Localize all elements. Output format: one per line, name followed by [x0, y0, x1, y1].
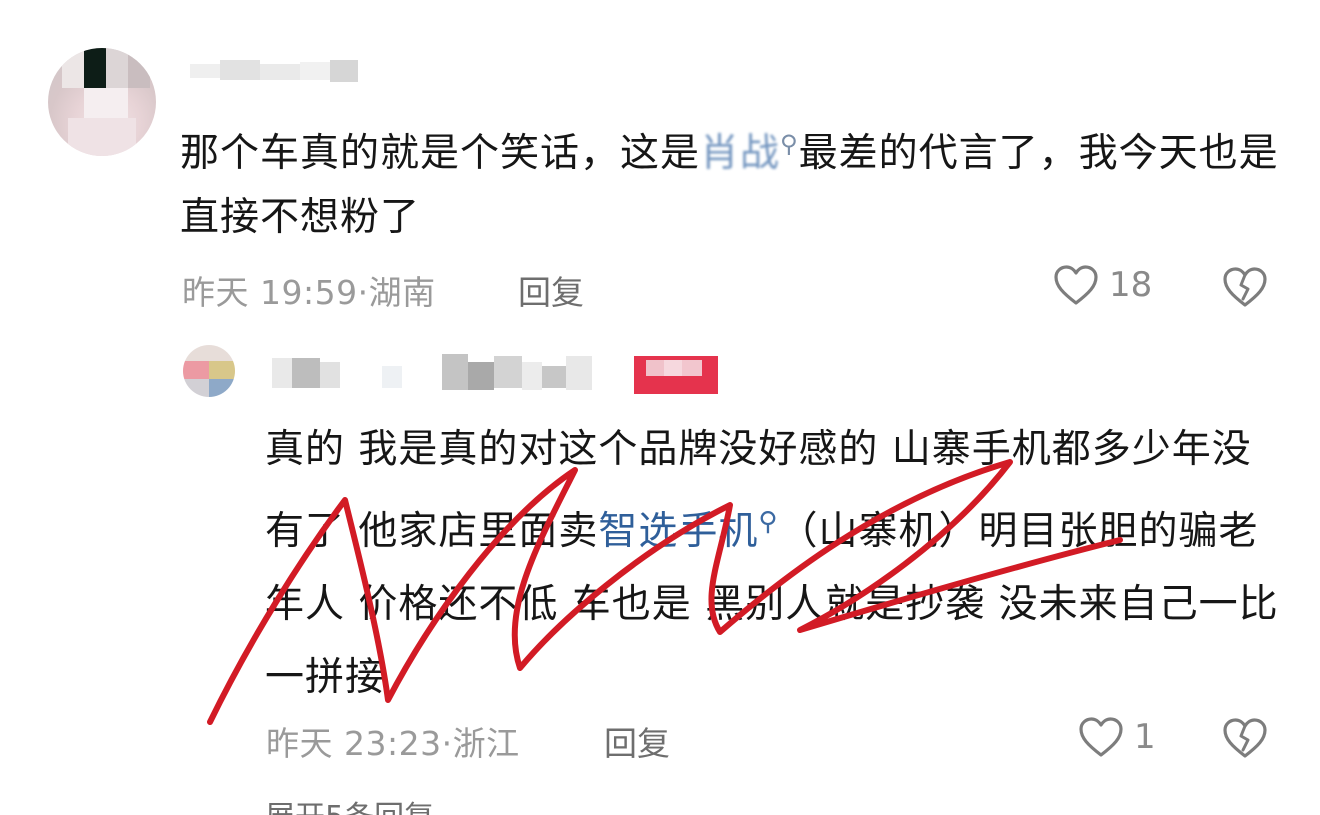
meta-separator: · [441, 724, 453, 763]
reply-meta: 昨天 23:23·浙江 [266, 717, 520, 765]
reply-location: 浙江 [452, 724, 520, 763]
reply-button[interactable]: 回复 [518, 266, 584, 314]
like-count: 18 [1109, 265, 1153, 305]
comment-location: 湖南 [368, 273, 436, 312]
comment-time: 昨天 19:59 [182, 273, 358, 312]
comment-text-part: 那个车真的就是个笑话，这是 [180, 131, 701, 176]
comment-thread: 那个车真的就是个笑话，这是肖战⚲最差的代言了，我今天也是直接不想粉了 昨天 19… [0, 0, 1320, 815]
reply-text: 真的 我是真的对这个品牌没好感的 山寨手机都多少年没有了 他家店里面卖智选手机⚲… [265, 413, 1285, 714]
meta-separator: · [357, 273, 369, 312]
avatar-mosaic [48, 48, 156, 156]
reply-time: 昨天 23:23 [266, 724, 442, 763]
like-button[interactable]: 18 [1053, 264, 1152, 306]
reply-avatar[interactable] [183, 345, 235, 397]
like-button[interactable]: 1 [1078, 716, 1156, 758]
search-icon[interactable]: ⚲ [758, 507, 778, 537]
search-icon[interactable]: ⚲ [780, 130, 799, 158]
like-count: 1 [1134, 717, 1156, 757]
highlighted-keyword[interactable]: 肖战 [700, 131, 780, 176]
heart-outline-icon [1053, 264, 1099, 306]
broken-heart-icon[interactable] [1222, 717, 1268, 759]
search-link[interactable]: 智选手机 [598, 509, 758, 554]
expand-replies-button[interactable]: 展开5条回复 ⌄ [265, 792, 469, 815]
reply-username-blurred[interactable] [272, 352, 727, 394]
expand-replies-label: 展开5条回复 [265, 800, 434, 815]
heart-outline-icon [1078, 716, 1124, 758]
comment-meta: 昨天 19:59·湖南 [182, 266, 436, 314]
avatar[interactable] [48, 48, 156, 156]
broken-heart-icon[interactable] [1222, 266, 1268, 308]
username-blurred[interactable] [190, 58, 360, 84]
comment-text: 那个车真的就是个笑话，这是肖战⚲最差的代言了，我今天也是直接不想粉了 [180, 112, 1280, 250]
reply-button[interactable]: 回复 [604, 717, 670, 765]
chevron-down-icon: ⌄ [444, 800, 469, 815]
